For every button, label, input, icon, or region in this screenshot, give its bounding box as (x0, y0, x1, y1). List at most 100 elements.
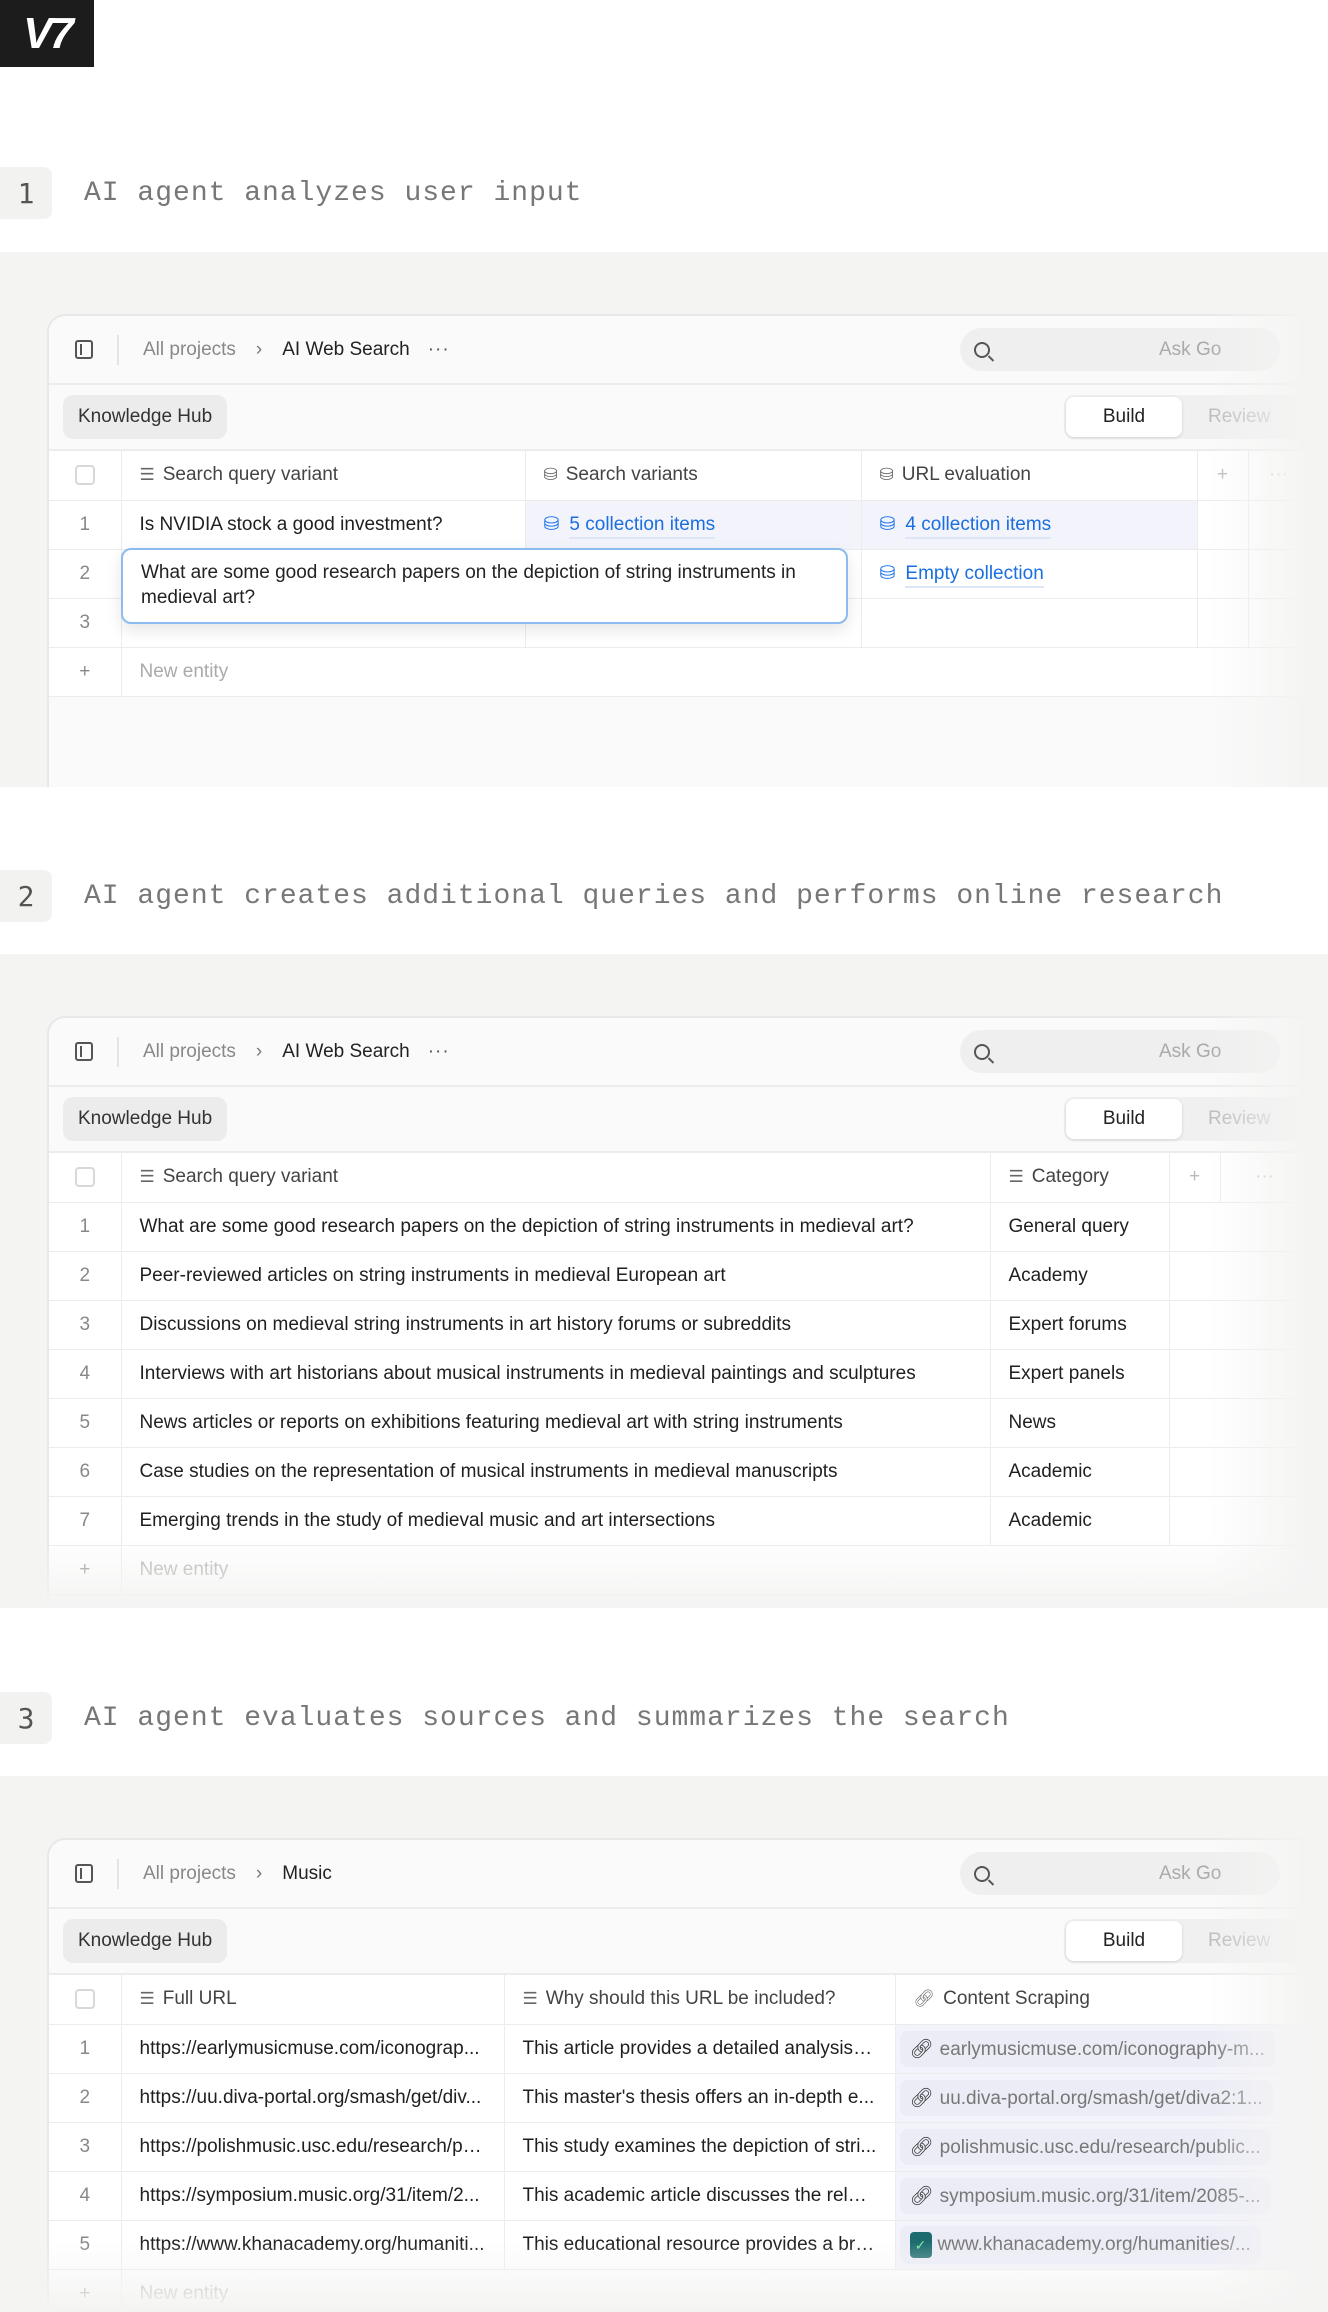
breadcrumb-all-projects[interactable]: All projects (143, 1863, 236, 1885)
query-cell[interactable]: What are some good research papers on th… (121, 1202, 991, 1252)
category-cell[interactable]: News (990, 1398, 1170, 1448)
more-options-icon[interactable]: ··· (428, 339, 450, 361)
ask-go-search[interactable]: Ask Go (960, 328, 1280, 371)
content-scraping-cell[interactable]: 🔗︎ uu.diva-portal.org/smash/get/diva2:1..… (895, 2073, 1309, 2123)
category-cell[interactable]: General query (990, 1202, 1170, 1252)
search-variants-cell[interactable]: ⛁ 5 collection items (525, 500, 862, 550)
plus-icon[interactable]: + (49, 2269, 122, 2312)
reason-cell[interactable]: This academic article discusses the rela… (504, 2171, 896, 2221)
content-scraping-cell[interactable]: 🔗︎ earlymusicmuse.com/iconography-m... (895, 2024, 1309, 2074)
scraped-url-chip[interactable]: 🔗︎ polishmusic.usc.edu/research/public... (899, 2128, 1271, 2165)
sidebar-toggle-icon[interactable] (75, 1042, 93, 1061)
cell-editor[interactable]: What are some good research papers on th… (121, 548, 848, 624)
knowledge-hub-button[interactable]: Knowledge Hub (63, 395, 228, 439)
search-icon (974, 1865, 990, 1882)
column-header[interactable]: ☰ Category (990, 1153, 1170, 1203)
build-tab[interactable]: Build (1066, 1099, 1182, 1139)
column-header[interactable]: ⛁ Search variants (525, 451, 862, 501)
category-cell[interactable]: Academic (990, 1496, 1170, 1546)
collection-link[interactable]: 5 collection items (569, 514, 716, 539)
url-evaluation-cell[interactable]: ⛁ Empty collection (861, 549, 1198, 599)
row-number: 3 (49, 598, 122, 648)
breadcrumb-current-project[interactable]: AI Web Search (282, 339, 409, 361)
scraped-url: polishmusic.usc.edu/research/public... (939, 2136, 1261, 2158)
new-entity-row[interactable]: + New entity (49, 647, 1309, 697)
more-options-icon[interactable]: ··· (428, 1041, 450, 1063)
column-header[interactable]: 🔗︎ Content Scraping (895, 1975, 1309, 2025)
content-scraping-cell[interactable]: 🔗︎ symposium.music.org/31/item/2085-... (895, 2171, 1309, 2221)
review-tab[interactable]: Review (1208, 406, 1270, 428)
column-options-icon[interactable]: ··· (1248, 451, 1309, 501)
url-evaluation-cell[interactable]: ⛁ 4 collection items (861, 500, 1198, 550)
query-cell[interactable]: Discussions on medieval string instrumen… (121, 1300, 991, 1350)
ask-go-search[interactable]: Ask Go (960, 1852, 1280, 1895)
review-tab[interactable]: Review (1208, 1108, 1270, 1130)
breadcrumb-all-projects[interactable]: All projects (143, 1041, 236, 1063)
select-all-checkbox[interactable] (74, 465, 95, 486)
new-entity-row[interactable]: + New entity (49, 2269, 1309, 2312)
breadcrumb-all-projects[interactable]: All projects (143, 339, 236, 361)
sidebar-toggle-icon[interactable] (75, 340, 93, 359)
reason-cell[interactable]: This study examines the depiction of str… (504, 2122, 896, 2172)
new-entity-row[interactable]: + New entity (49, 1545, 1309, 1595)
build-tab[interactable]: Build (1066, 397, 1182, 437)
divider (117, 1858, 119, 1889)
new-entity-label[interactable]: New entity (121, 1545, 1309, 1595)
row-number: 7 (49, 1496, 122, 1546)
url-evaluation-cell[interactable] (861, 598, 1198, 648)
link-icon: 🔗︎ (909, 2136, 934, 2158)
category-cell[interactable]: Academy (990, 1251, 1170, 1301)
column-header[interactable]: ☰ Full URL (121, 1975, 505, 2025)
knowledge-hub-button[interactable]: Knowledge Hub (63, 1919, 228, 1963)
category-cell[interactable]: Academic (990, 1447, 1170, 1497)
column-options-icon[interactable]: ··· (1220, 1153, 1309, 1203)
select-all-checkbox-cell (49, 451, 122, 501)
knowledge-hub-button[interactable]: Knowledge Hub (63, 1097, 228, 1141)
full-url-cell[interactable]: https://earlymusicmuse.com/iconograp... (121, 2024, 505, 2074)
query-cell[interactable]: Peer-reviewed articles on string instrum… (121, 1251, 991, 1301)
review-tab[interactable]: Review (1208, 1930, 1270, 1952)
query-cell[interactable]: News articles or reports on exhibitions … (121, 1398, 991, 1448)
scraped-url-chip[interactable]: 🔗︎ uu.diva-portal.org/smash/get/diva2:1..… (899, 2079, 1273, 2116)
query-cell[interactable]: Interviews with art historians about mus… (121, 1349, 991, 1399)
collection-link[interactable]: Empty collection (905, 563, 1044, 588)
column-header[interactable]: ⛁ URL evaluation (861, 451, 1198, 501)
scraped-url-chip[interactable]: ✓ www.khanacademy.org/humanities/... (899, 2225, 1261, 2264)
query-cell[interactable]: Emerging trends in the study of medieval… (121, 1496, 991, 1546)
column-header[interactable]: ☰ Search query variant (121, 1153, 991, 1203)
full-url-cell[interactable]: https://polishmusic.usc.edu/research/pu.… (121, 2122, 505, 2172)
plus-icon[interactable]: + (49, 647, 122, 697)
column-header[interactable]: ☰ Search query variant (121, 451, 526, 501)
scraped-url: earlymusicmuse.com/iconography-m... (939, 2038, 1265, 2060)
reason-cell[interactable]: This article provides a detailed analysi… (504, 2024, 896, 2074)
query-cell[interactable]: Case studies on the representation of mu… (121, 1447, 991, 1497)
full-url-cell[interactable]: https://uu.diva-portal.org/smash/get/div… (121, 2073, 505, 2123)
reason-cell[interactable]: This master's thesis offers an in-depth … (504, 2073, 896, 2123)
build-tab[interactable]: Build (1066, 1921, 1182, 1961)
plus-icon[interactable]: + (49, 1545, 122, 1595)
full-url-cell[interactable]: https://symposium.music.org/31/item/2... (121, 2171, 505, 2221)
column-header[interactable]: ☰ Why should this URL be included? (504, 1975, 896, 2025)
query-cell[interactable]: Is NVIDIA stock a good investment? (121, 500, 526, 550)
content-scraping-cell[interactable]: 🔗︎ polishmusic.usc.edu/research/public... (895, 2122, 1309, 2172)
breadcrumb-current-project[interactable]: Music (282, 1863, 332, 1885)
new-entity-label[interactable]: New entity (121, 2269, 1309, 2312)
breadcrumb-current-project[interactable]: AI Web Search (282, 1041, 409, 1063)
sidebar-toggle-icon[interactable] (75, 1864, 93, 1883)
scraped-url-chip[interactable]: 🔗︎ symposium.music.org/31/item/2085-... (899, 2177, 1271, 2214)
full-url-cell[interactable]: https://www.khanacademy.org/humaniti... (121, 2220, 505, 2270)
reason-cell[interactable]: This educational resource provides a bro… (504, 2220, 896, 2270)
category-cell[interactable]: Expert panels (990, 1349, 1170, 1399)
new-entity-label[interactable]: New entity (121, 647, 1309, 697)
add-column-button[interactable]: + (1169, 1153, 1221, 1203)
select-all-checkbox[interactable] (74, 1989, 95, 2010)
step-title: AI agent creates additional queries and … (84, 880, 1224, 912)
add-column-button[interactable]: + (1197, 451, 1249, 501)
scraped-url-chip[interactable]: 🔗︎ earlymusicmuse.com/iconography-m... (899, 2030, 1275, 2067)
ask-go-search[interactable]: Ask Go (960, 1030, 1280, 1073)
collection-link[interactable]: 4 collection items (905, 514, 1052, 539)
select-all-checkbox[interactable] (74, 1167, 95, 1188)
category-cell[interactable]: Expert forums (990, 1300, 1170, 1350)
link-icon: 🔗︎ (909, 2185, 934, 2207)
content-scraping-cell[interactable]: ✓ www.khanacademy.org/humanities/... (895, 2220, 1309, 2270)
